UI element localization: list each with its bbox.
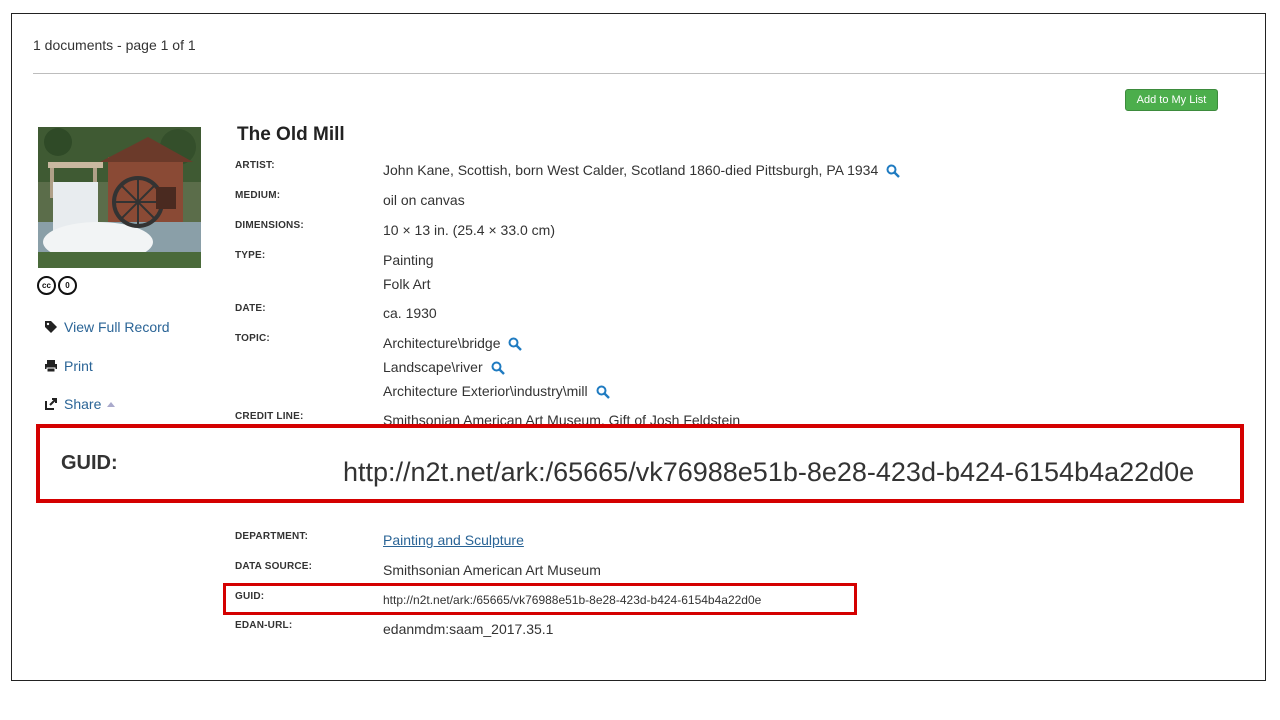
type-value-1: Painting [383,252,434,268]
add-to-my-list-button[interactable]: Add to My List [1125,89,1218,111]
artwork-title: The Old Mill [237,124,345,145]
edan-url-label: EDAN-URL: [235,620,293,631]
divider [33,73,1265,74]
print-icon [45,360,57,373]
medium-label: MEDIUM: [235,190,281,201]
search-icon[interactable] [886,164,900,179]
medium-value: oil on canvas [383,192,465,208]
share-label: Share [64,396,102,412]
artist-value: John Kane, Scottish, born West Calder, S… [383,158,900,182]
artist-label: ARTIST: [235,160,275,171]
topic-value-1: Architecture\bridge [383,331,523,355]
department-value: Painting and Sculpture [383,528,524,552]
guid-callout-label: GUID: [61,452,118,474]
date-value: ca. 1930 [383,305,437,321]
topic-value-3: Architecture Exterior\industry\mill [383,379,610,403]
type-label: TYPE: [235,250,266,261]
artist-text: John Kane, Scottish, born West Calder, S… [383,162,879,178]
dimensions-value: 10 × 13 in. (25.4 × 33.0 cm) [383,222,555,238]
chevron-up-icon [107,402,116,407]
topic-label: TOPIC: [235,333,270,344]
date-label: DATE: [235,303,266,314]
search-icon[interactable] [596,385,610,400]
share-link[interactable]: Share [44,396,116,412]
topic-value-2: Landscape\river [383,355,505,379]
type-value-2: Folk Art [383,276,431,292]
topic-text-3: Architecture Exterior\industry\mill [383,383,588,399]
department-label: DEPARTMENT: [235,531,309,542]
credit-line-label: CREDIT LINE: [235,411,304,422]
tag-icon [45,321,57,333]
creative-commons-icon: cc [37,276,56,295]
search-icon[interactable] [508,337,523,352]
data-source-value: Smithsonian American Art Museum [383,562,601,578]
license-icons: cc 0 [37,276,77,295]
cc-zero-icon: 0 [58,276,77,295]
dimensions-label: DIMENSIONS: [235,220,304,231]
guid-highlight-box [223,583,857,615]
topic-text-2: Landscape\river [383,359,483,375]
guid-callout: GUID: http://n2t.net/ark:/65665/vk76988e… [36,424,1244,503]
search-icon[interactable] [491,361,505,376]
artwork-thumbnail[interactable] [38,127,201,268]
guid-callout-value: http://n2t.net/ark:/65665/vk76988e51b-8e… [343,457,1195,487]
view-full-record-label: View Full Record [64,319,170,335]
results-count: 1 documents - page 1 of 1 [33,37,196,53]
print-label: Print [64,358,93,374]
search-results-panel: 1 documents - page 1 of 1 Add to My List [11,13,1266,681]
mill-painting-image [38,127,201,268]
department-link[interactable]: Painting and Sculpture [383,532,524,548]
data-source-label: DATA SOURCE: [235,561,313,572]
edan-url-value: edanmdm:saam_2017.35.1 [383,621,554,637]
share-icon [45,398,57,410]
print-link[interactable]: Print [44,358,93,374]
view-full-record-link[interactable]: View Full Record [44,319,170,335]
topic-text-1: Architecture\bridge [383,335,501,351]
